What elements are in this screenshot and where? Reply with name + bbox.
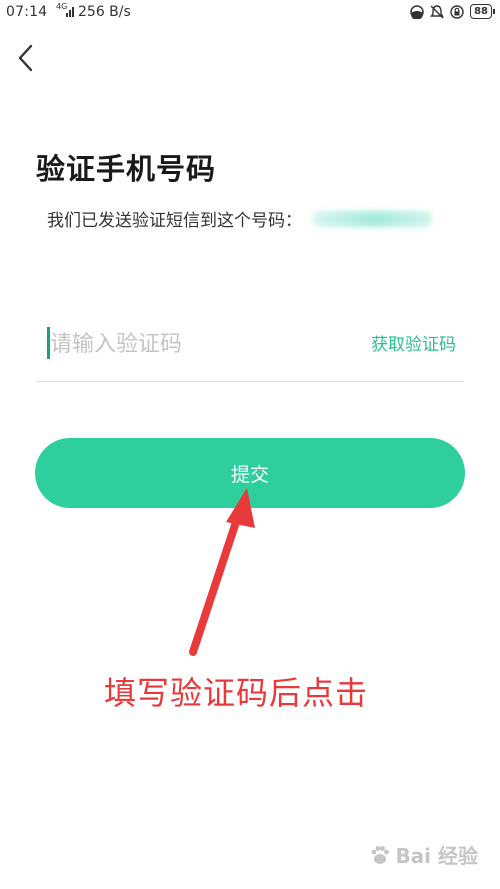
submit-label: 提交 xyxy=(230,463,269,486)
lock-rotate-icon xyxy=(450,4,464,19)
baidu-jingyan-watermark: Bai 经验 xyxy=(369,840,478,869)
paw-icon xyxy=(372,845,390,864)
mute-bell-icon xyxy=(430,4,444,18)
page-title: 验证手机号码 xyxy=(36,152,217,186)
sms-sent-text: 我们已发送验证短信到这个号码： xyxy=(47,211,302,231)
chevron-left-icon xyxy=(18,44,33,72)
get-code-button[interactable]: 获取验证码 xyxy=(371,330,456,355)
status-icons: 88 xyxy=(410,4,495,19)
back-button[interactable] xyxy=(14,43,40,73)
watermark-text: Bai 经验 xyxy=(395,844,478,868)
verification-code-row: 获取验证码 xyxy=(36,315,464,382)
status-time: 07:14 xyxy=(6,4,48,20)
annotation-text: 填写验证码后点击 xyxy=(104,674,369,712)
theme-icon xyxy=(410,4,424,19)
status-bar: 07:14 4G 256 B/s 88 xyxy=(0,0,500,26)
battery-icon: 88 xyxy=(470,4,495,19)
battery-level: 88 xyxy=(474,6,488,17)
verification-code-input[interactable] xyxy=(50,324,330,364)
sms-sent-notice: 我们已发送验证短信到这个号码： xyxy=(47,206,432,231)
submit-button[interactable]: 提交 xyxy=(35,438,465,508)
network-speed: 256 B/s xyxy=(78,4,131,20)
signal-icon xyxy=(66,7,74,17)
blurred-phone-number xyxy=(312,210,432,227)
